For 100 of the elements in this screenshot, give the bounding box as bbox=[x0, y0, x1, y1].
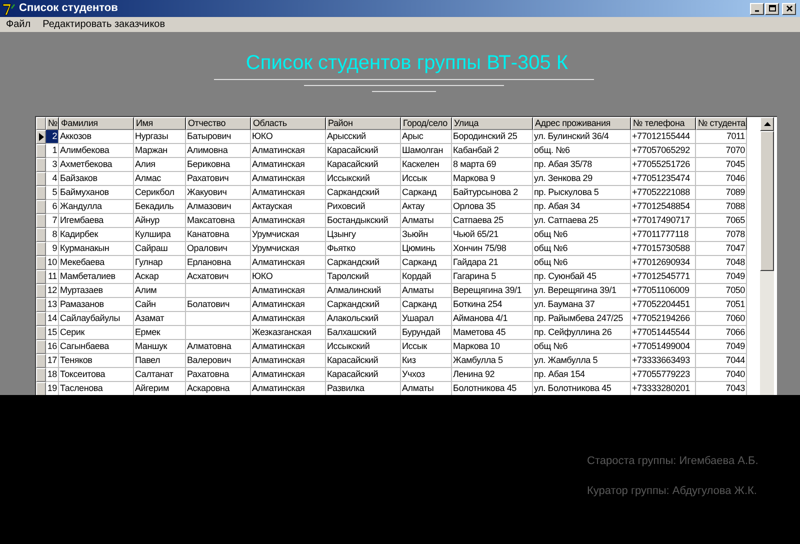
table-cell: Оралович bbox=[186, 242, 251, 256]
table-cell: 7051 bbox=[696, 298, 747, 312]
table-cell: Ерлановна bbox=[186, 256, 251, 270]
table-cell: Курманакын bbox=[59, 242, 134, 256]
scroll-up-button[interactable] bbox=[760, 117, 774, 131]
table-cell: ул. Жамбулла 5 bbox=[533, 354, 631, 368]
table-cell: Жезказганская bbox=[251, 326, 326, 340]
table-cell: 4 bbox=[46, 172, 59, 186]
table-cell: Цюминь bbox=[401, 242, 452, 256]
table-cell: Сарканд bbox=[401, 298, 452, 312]
table-cell: +77012545771 bbox=[631, 270, 696, 284]
table-cell: Иссык bbox=[401, 172, 452, 186]
table-cell: пр. Суюнбай 45 bbox=[533, 270, 631, 284]
table-cell: Алматинская bbox=[251, 214, 326, 228]
table-cell: +77012548854 bbox=[631, 200, 696, 214]
table-cell: 7045 bbox=[696, 158, 747, 172]
column-header[interactable]: Фамилия bbox=[59, 117, 134, 130]
table-cell: Саркандский bbox=[326, 186, 401, 200]
table-cell: Алматы bbox=[401, 284, 452, 298]
table-cell: 5 bbox=[46, 186, 59, 200]
row-indicator[interactable] bbox=[36, 130, 46, 144]
table-cell: ул. Верещягина 39/1 bbox=[533, 284, 631, 298]
table-cell: 7088 bbox=[696, 200, 747, 214]
table-cell: Айнур bbox=[134, 214, 186, 228]
column-header[interactable]: Имя bbox=[134, 117, 186, 130]
vertical-scrollbar[interactable] bbox=[760, 117, 774, 395]
up-arrow-icon bbox=[764, 122, 770, 126]
table-cell: +77051445544 bbox=[631, 326, 696, 340]
table-cell: Урумчиская bbox=[251, 228, 326, 242]
table-cell: Кадирбек bbox=[59, 228, 134, 242]
table-cell: 7044 bbox=[696, 354, 747, 368]
table-cell: Балхашский bbox=[326, 326, 401, 340]
table-cell: Боткина 254 bbox=[452, 298, 533, 312]
column-header[interactable]: № bbox=[46, 117, 59, 130]
table-cell: 2 bbox=[46, 130, 59, 144]
table-cell: Мекебаева bbox=[59, 256, 134, 270]
table-cell: Сарканд bbox=[401, 256, 452, 270]
table-cell: ул. Булинский 36/4 bbox=[533, 130, 631, 144]
table-cell: 15 bbox=[46, 326, 59, 340]
menu-item[interactable]: Файл bbox=[6, 17, 31, 32]
table-cell: Алматинская bbox=[251, 186, 326, 200]
table-cell: Рамазанов bbox=[59, 298, 134, 312]
window-title: Список студентов bbox=[19, 1, 119, 16]
table-cell: Сарканд bbox=[401, 186, 452, 200]
table-cell: Сайлаубайулы bbox=[59, 312, 134, 326]
column-header[interactable]: Адрес проживания bbox=[533, 117, 631, 130]
table-cell: +77052204451 bbox=[631, 298, 696, 312]
table-cell: Фьятко bbox=[326, 242, 401, 256]
minimize-button[interactable] bbox=[750, 2, 764, 14]
table-cell: Цзынгу bbox=[326, 228, 401, 242]
column-header[interactable]: № телефона bbox=[631, 117, 696, 130]
table-cell: 7011 bbox=[696, 130, 747, 144]
table-cell: Гулнар bbox=[134, 256, 186, 270]
column-header[interactable]: Город/село bbox=[401, 117, 452, 130]
table-cell: Таролский bbox=[326, 270, 401, 284]
table-cell: Ушарал bbox=[401, 312, 452, 326]
table-cell: Риховсий bbox=[326, 200, 401, 214]
table-cell: пр. Абая 35/78 bbox=[533, 158, 631, 172]
table-cell: Байзаков bbox=[59, 172, 134, 186]
table-cell: Иссыкский bbox=[326, 172, 401, 186]
table-cell: Алматинская bbox=[251, 354, 326, 368]
table-cell: Орлова 35 bbox=[452, 200, 533, 214]
table-cell: Зьюйн bbox=[401, 228, 452, 242]
table-cell: Алматовна bbox=[186, 340, 251, 354]
table-cell: Ахметбекова bbox=[59, 158, 134, 172]
table-cell: Карасайский bbox=[326, 158, 401, 172]
table-cell: общ №6 bbox=[533, 228, 631, 242]
table-cell: Баймуханов bbox=[59, 186, 134, 200]
table-cell: +77052194266 bbox=[631, 312, 696, 326]
table-cell: общ. №6 bbox=[533, 144, 631, 158]
table-cell: Алматинская bbox=[251, 340, 326, 354]
column-header[interactable]: Область bbox=[251, 117, 326, 130]
signature-line: Куратор группы: Абдугулова Ж.К. bbox=[587, 484, 757, 498]
table-cell: Актауская bbox=[251, 200, 326, 214]
table-cell: Кабанбай 2 bbox=[452, 144, 533, 158]
table-cell: Хончин 75/98 bbox=[452, 242, 533, 256]
table-cell: Сайраш bbox=[134, 242, 186, 256]
table-cell: Верещягина 39/1 bbox=[452, 284, 533, 298]
table-cell: ЮКО bbox=[251, 130, 326, 144]
menu-item[interactable]: Редактировать заказчиков bbox=[42, 17, 166, 32]
column-header[interactable]: Отчество bbox=[186, 117, 251, 130]
column-header[interactable]: № студента bbox=[696, 117, 747, 130]
table-cell: 7078 bbox=[696, 228, 747, 242]
table-cell: пр. Абая 34 bbox=[533, 200, 631, 214]
table-cell: +77057065292 bbox=[631, 144, 696, 158]
column-header[interactable]: Улица bbox=[452, 117, 533, 130]
table-cell: Серик bbox=[59, 326, 134, 340]
table-cell: Каскелен bbox=[401, 158, 452, 172]
column-header[interactable]: Район bbox=[326, 117, 401, 130]
close-icon bbox=[784, 4, 794, 13]
close-button[interactable] bbox=[782, 2, 796, 14]
table-cell: Бериковна bbox=[186, 158, 251, 172]
table-cell: Алия bbox=[134, 158, 186, 172]
maximize-button[interactable] bbox=[765, 2, 779, 14]
table-cell: Аскар bbox=[134, 270, 186, 284]
table-cell: Батырович bbox=[186, 130, 251, 144]
scroll-thumb[interactable] bbox=[760, 131, 774, 271]
table-cell: +77011777118 bbox=[631, 228, 696, 242]
table-cell: Жамбулла 5 bbox=[452, 354, 533, 368]
empty-cell bbox=[186, 312, 251, 326]
